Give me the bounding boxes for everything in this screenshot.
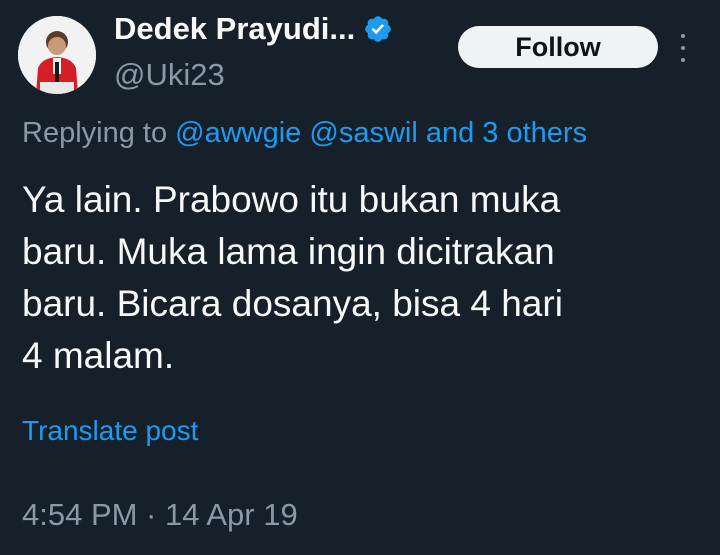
post-timestamp[interactable]: 4:54 PM · 14 Apr 19: [22, 496, 298, 534]
avatar[interactable]: [18, 16, 96, 94]
tweet-text: Ya lain. Prabowo itu bukan muka baru. Mu…: [22, 174, 712, 382]
reply-others-link[interactable]: 3 others: [482, 117, 587, 149]
tweet-text-line: Ya lain. Prabowo itu bukan muka: [22, 179, 561, 220]
replying-to-line: Replying to @awwgie @saswil and 3 others: [22, 114, 587, 152]
tweet-text-line: baru. Bicara dosanya, bisa 4 hari: [22, 283, 563, 324]
translate-post-link[interactable]: Translate post: [22, 413, 198, 449]
avatar-image: [18, 16, 96, 94]
author-name-row: Dedek Prayudi...: [114, 10, 393, 48]
follow-button[interactable]: Follow: [458, 26, 658, 68]
tweet-text-line: baru. Muka lama ingin dicitrakan: [22, 231, 555, 272]
reply-mention-saswil[interactable]: @saswil: [309, 117, 417, 149]
author-handle[interactable]: @Uki23: [114, 56, 225, 94]
replying-to-label: Replying to: [22, 117, 168, 149]
more-options-icon[interactable]: [676, 34, 690, 62]
more-dot: [681, 58, 685, 62]
more-dot: [681, 34, 685, 38]
tweet-text-line: 4 malam.: [22, 335, 175, 376]
more-dot: [681, 46, 685, 50]
reply-mention-awwgie[interactable]: @awwgie: [175, 117, 301, 149]
verified-badge-icon[interactable]: [363, 14, 393, 44]
author-display-name[interactable]: Dedek Prayudi...: [114, 10, 355, 48]
reply-and-text: and: [425, 117, 475, 149]
